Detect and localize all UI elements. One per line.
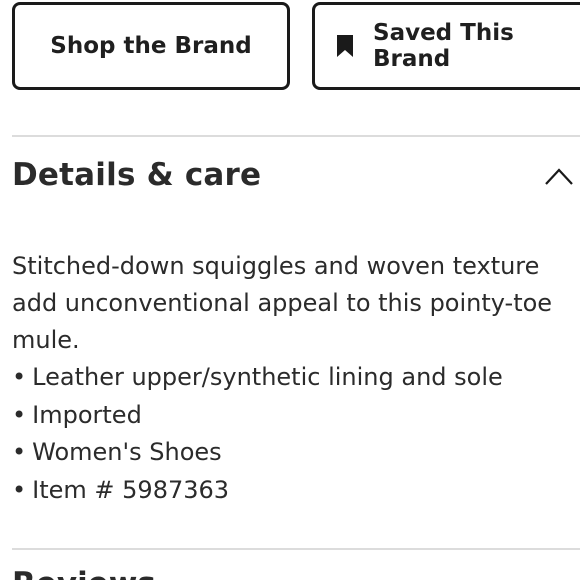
- saved-this-brand-button[interactable]: Saved This Brand: [312, 2, 580, 90]
- shop-the-brand-label: Shop the Brand: [50, 33, 252, 59]
- list-item: • Leather upper/synthetic lining and sole: [12, 363, 503, 391]
- reviews-heading[interactable]: Reviews: [12, 566, 156, 580]
- product-details-list: • Leather upper/synthetic lining and sole…: [12, 359, 503, 509]
- product-details-page: Shop the Brand Saved This Brand Details …: [0, 0, 580, 580]
- list-item: • Women's Shoes: [12, 438, 222, 466]
- list-item: • Item # 5987363: [12, 475, 230, 504]
- list-item: • Imported: [12, 400, 142, 429]
- details-care-heading[interactable]: Details & care: [12, 157, 261, 193]
- product-description: Stitched-down squiggles and woven textur…: [12, 252, 553, 354]
- saved-this-brand-label: Saved This Brand: [373, 20, 514, 72]
- section-divider: [12, 548, 580, 550]
- chevron-up-icon[interactable]: [544, 165, 574, 187]
- shop-the-brand-button[interactable]: Shop the Brand: [12, 2, 290, 90]
- section-divider: [12, 135, 580, 137]
- bookmark-icon: [337, 35, 353, 57]
